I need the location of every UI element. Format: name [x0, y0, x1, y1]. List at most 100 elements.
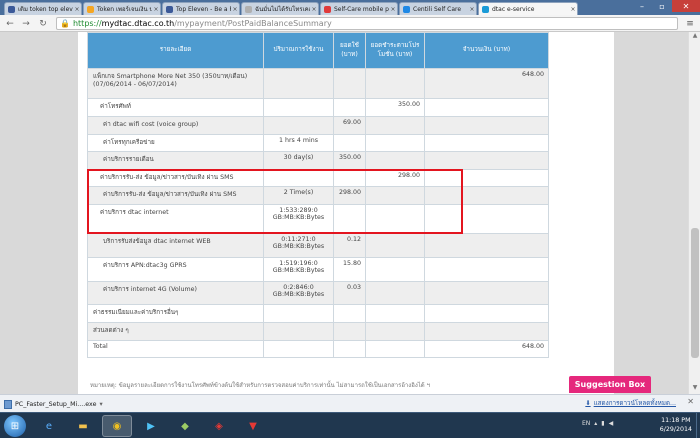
lock-icon: 🔒 [60, 19, 70, 28]
chevron-down-icon[interactable]: ▾ [99, 401, 102, 408]
forward-icon[interactable]: → [19, 17, 33, 30]
row-promo-cell [365, 340, 425, 358]
row-used-cell [333, 204, 366, 234]
header-used: ยอดใช้ (บาท) [333, 32, 366, 69]
taskbar-antivirus-icon[interactable]: ▼ [238, 415, 268, 437]
windows-taskbar: ⊞ e ▬ ◉ ▶ ◆ ◈ ▼ EN ▴ ▮ ◀ 11:18 PM 6/29/2… [0, 412, 700, 438]
vertical-scrollbar[interactable]: ▲ ▼ [688, 32, 700, 394]
row-amount-cell: 648.00 [424, 68, 549, 99]
tab-close-icon[interactable]: × [389, 6, 397, 13]
row-promo-cell [365, 257, 425, 282]
language-indicator[interactable]: EN [582, 420, 590, 427]
table-row: ค่าบริการ APN:dtac3g GPRS 1:519:196:0 GB:… [87, 257, 549, 282]
tab-close-icon[interactable]: × [152, 6, 160, 13]
row-usage-cell [263, 116, 334, 135]
tab-title: Self-Care mobile po [334, 5, 389, 13]
header-amount: จำนวนเงิน (บาท) [424, 32, 549, 69]
browser-tab[interactable]: เติม token top eleve × [4, 2, 82, 15]
row-promo-cell [365, 233, 425, 258]
suggestion-box-button[interactable]: Suggestion Box [569, 376, 651, 393]
system-clock[interactable]: 11:18 PM 6/29/2014 [660, 416, 692, 435]
download-item[interactable]: PC_Faster_Setup_Mi....exe ▾ [4, 397, 104, 411]
browser-tab[interactable]: Self-Care mobile po × [320, 2, 398, 15]
row-used-cell [333, 169, 366, 187]
maximize-icon[interactable]: ▫ [652, 0, 672, 12]
row-used-cell [333, 134, 366, 152]
tab-close-icon[interactable]: × [569, 6, 577, 13]
row-usage-cell [263, 322, 334, 341]
table-row: ส่วนลดต่าง ๆ [87, 322, 549, 341]
taskbar-media-icon[interactable]: ▶ [136, 415, 166, 437]
scroll-up-icon[interactable]: ▲ [689, 32, 700, 42]
menu-icon[interactable]: ≡ [684, 17, 696, 30]
browser-tab[interactable]: Top Eleven - Be a Fo × [162, 2, 240, 15]
start-button[interactable]: ⊞ [4, 415, 26, 437]
row-detail-cell: ค่าโทรศัพท์ [87, 98, 264, 117]
row-usage-cell [263, 68, 334, 99]
tab-close-icon[interactable]: × [231, 6, 239, 13]
row-used-cell [333, 322, 366, 341]
show-all-downloads-link[interactable]: ⬇ แสดงการดาวน์โหลดทั้งหมด... [585, 398, 676, 408]
row-used-cell: 350.00 [333, 151, 366, 170]
tray-chevron-icon[interactable]: ▴ [594, 420, 597, 427]
row-detail-cell: ค่าบริการ dtac internet [87, 204, 264, 234]
close-shelf-icon[interactable]: ✕ [687, 397, 694, 406]
table-row: Total 648.00 [87, 340, 549, 358]
taskbar-red-app-icon[interactable]: ◈ [204, 415, 234, 437]
tab-close-icon[interactable]: × [310, 6, 318, 13]
row-detail-cell: ส่วนลดต่าง ๆ [87, 322, 264, 341]
scrollbar-thumb[interactable] [691, 228, 699, 358]
table-row: ค่าบริการรายเดือน 30 day(s) 350.00 [87, 151, 549, 170]
window-close-icon[interactable]: ✕ [672, 0, 700, 12]
taskbar-chrome-icon[interactable]: ◉ [102, 415, 132, 437]
row-usage-cell: 30 day(s) [263, 151, 334, 170]
tab-favicon-icon [87, 5, 94, 13]
row-detail-cell: ค่า dtac wifi cost (voice group) [87, 116, 264, 135]
tab-close-icon[interactable]: × [73, 6, 81, 13]
show-all-label: แสดงการดาวน์โหลดทั้งหมด... [593, 400, 676, 407]
tab-close-icon[interactable]: × [468, 6, 476, 13]
row-used-cell: 0.03 [333, 281, 366, 305]
url-scheme: https:// [72, 19, 102, 28]
row-detail-cell: Total [87, 340, 264, 358]
tab-favicon-icon [324, 5, 331, 13]
back-icon[interactable]: ← [3, 17, 17, 30]
address-bar[interactable]: 🔒 https:// mydtac.dtac.co.th /mypayment/… [56, 17, 678, 30]
show-desktop-button[interactable] [696, 413, 700, 438]
volume-icon[interactable]: ◀ [609, 420, 614, 427]
clock-date: 6/29/2014 [659, 426, 692, 434]
row-usage-cell: 0:11:271:0 GB:MB:KB:Bytes [263, 233, 334, 258]
taskbar-explorer-icon[interactable]: ▬ [68, 415, 98, 437]
minimize-icon[interactable]: – [632, 0, 652, 12]
taskbar-ie-icon[interactable]: e [34, 415, 64, 437]
row-used-cell [333, 68, 366, 99]
browser-tab[interactable]: dtac e-service × [478, 2, 578, 15]
browser-tab[interactable]: Centili Self Care × [399, 2, 477, 15]
row-detail-cell: ค่าโทรทุกเครือข่าย [87, 134, 264, 152]
table-row: ค่าบริการ dtac internet 1:533:289:0 GB:MB… [87, 204, 549, 234]
taskbar-app-icon[interactable]: ◆ [170, 415, 200, 437]
reload-icon[interactable]: ↻ [36, 17, 50, 30]
row-used-cell [333, 340, 366, 358]
browser-tab[interactable]: ฉันมั่นไม่ได้รับโทรเคอ × [241, 2, 319, 15]
system-tray: EN ▴ ▮ ◀ [582, 420, 613, 427]
tab-favicon-icon [8, 5, 15, 13]
scroll-down-icon[interactable]: ▼ [689, 384, 700, 394]
browser-tab[interactable]: Token เพอร์เจนเงิน บ × [83, 2, 161, 15]
row-amount-cell [424, 98, 549, 117]
tab-title: Token เพอร์เจนเงิน บ [97, 6, 152, 13]
row-amount-cell [424, 322, 549, 341]
row-promo-cell [365, 204, 425, 234]
row-detail-cell: ค่าบริการ internet 4G (Volume) [87, 281, 264, 305]
row-promo-cell [365, 134, 425, 152]
row-detail-cell: ค่าบริการ APN:dtac3g GPRS [87, 257, 264, 282]
row-promo-cell [365, 151, 425, 170]
row-usage-cell: 1 hrs 4 mins [263, 134, 334, 152]
network-icon[interactable]: ▮ [601, 420, 604, 427]
table-row: บริการรับส่งข้อมูล dtac internet WEB 0:11… [87, 233, 549, 258]
row-used-cell: 0.12 [333, 233, 366, 258]
row-used-cell: 69.00 [333, 116, 366, 135]
row-detail-cell: ค่าบริการรับ-ส่ง ข้อมูล/ข่าวสาร/บันเทิง … [87, 186, 264, 205]
row-usage-cell: 0:2:846:0 GB:MB:KB:Bytes [263, 281, 334, 305]
row-usage-cell [263, 169, 334, 187]
